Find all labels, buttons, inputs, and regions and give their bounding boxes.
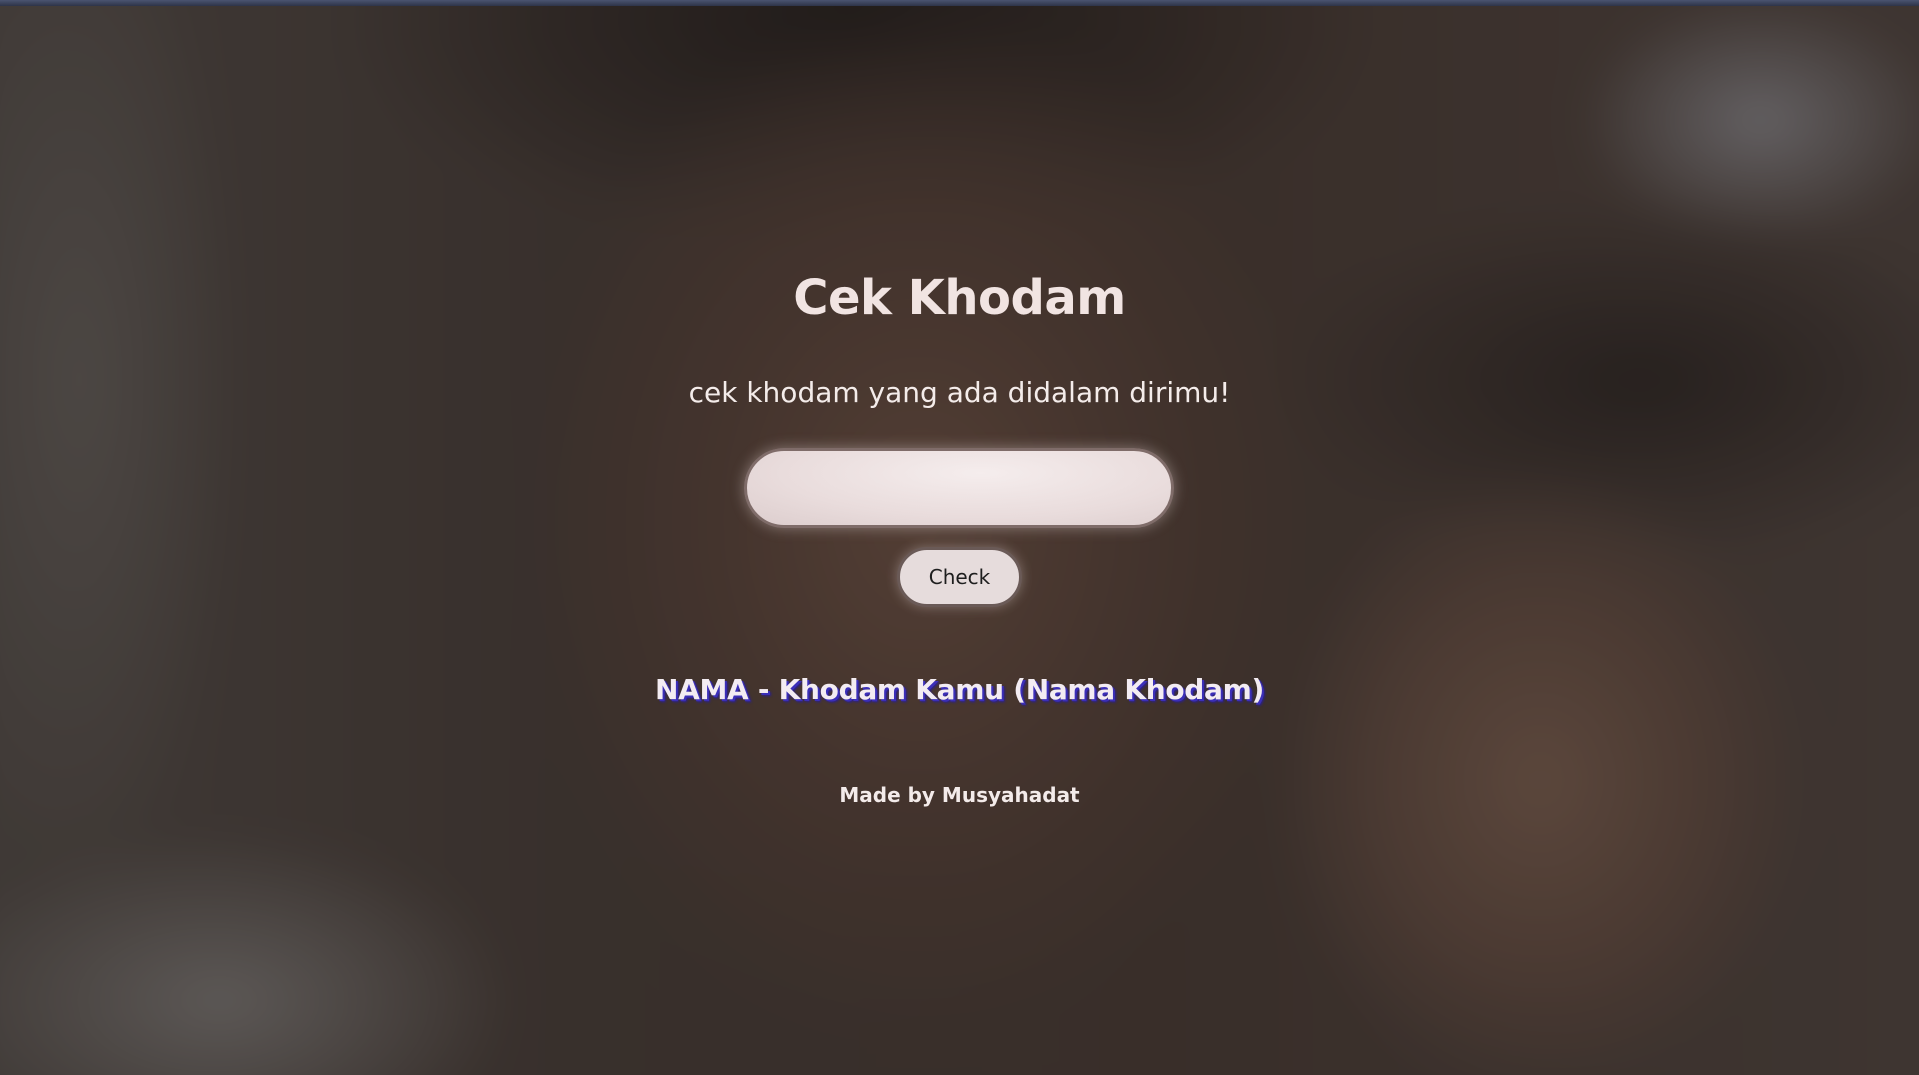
check-button[interactable]: Check	[897, 547, 1022, 607]
page-subtitle: cek khodam yang ada didalam dirimu!	[688, 376, 1231, 409]
browser-top-edge	[0, 0, 1919, 6]
main-content: Cek Khodam cek khodam yang ada didalam d…	[0, 0, 1919, 1075]
page-title: Cek Khodam	[793, 270, 1126, 326]
khodam-result-text: NAMA - Khodam Kamu (Nama Khodam)	[654, 673, 1265, 706]
page: Cek Khodam cek khodam yang ada didalam d…	[0, 0, 1919, 1075]
name-input[interactable]	[744, 448, 1174, 528]
footer-credit: Made by Musyahadat	[839, 783, 1080, 807]
